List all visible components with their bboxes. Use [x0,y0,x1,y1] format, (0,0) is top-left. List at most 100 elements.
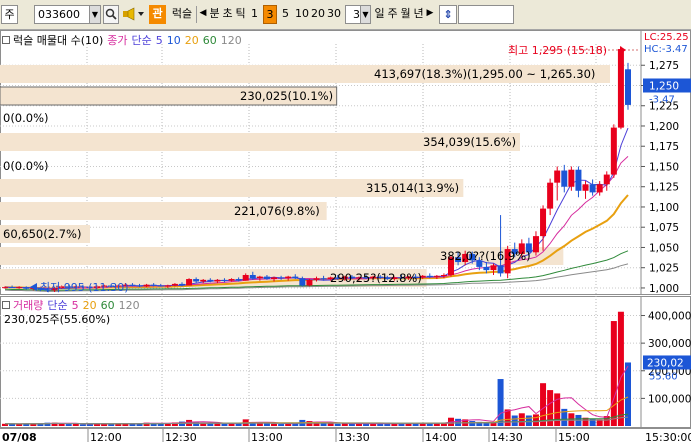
market-select[interactable]: 주 [1,5,18,24]
code-dropdown-button[interactable]: ▼ [89,5,101,24]
candle-body-25 [178,283,185,286]
minute-button[interactable]: 분 [208,5,221,24]
legend-simple: 단순 [131,34,152,47]
interval-count-dropdown[interactable]: ▼ [360,5,371,24]
nav-right-button[interactable]: ▶ [425,5,435,24]
time-label-1: 12:00 [90,431,122,442]
candle-body-84 [596,184,603,193]
interval-5-button[interactable]: 5 [280,5,291,24]
current-price-label: 1,250 [649,80,679,92]
volume-bar-38 [271,423,278,426]
candle-body-70 [497,265,504,274]
current-volume-pct: 55.60 [649,371,678,382]
volume-bar-39 [278,424,285,426]
legend-close: 종가 [107,34,128,47]
price-tick-label-10: 1,025 [649,263,679,275]
price-chart-panel[interactable]: 최고 1,295 (15:18) 최저 995 (11:30) 413,697(18… [0,30,691,295]
volume-bar-74 [525,415,532,426]
interval-20-button[interactable]: 20 [310,5,326,24]
managed-stock-badge: 관 [149,5,166,24]
candle-body-80 [568,169,575,187]
candle-body-87 [617,49,624,128]
candle-body-60 [426,275,433,277]
volume-bar-88 [625,362,631,426]
volume-profile-label-8: 382,0??(16.9%) [440,249,531,263]
candle-body-33 [235,279,242,281]
candle-body-0 [2,287,8,289]
candle-body-61 [433,275,440,277]
candle-body-23 [164,285,171,287]
volume-bar-36 [256,423,263,426]
candle-body-41 [292,276,299,279]
high-annotation: 최고 1,295 (15:18) [508,44,607,57]
candle-body-3 [23,287,30,289]
price-tick-label-6: 1,125 [649,182,679,194]
second-button[interactable]: 초 [221,5,234,24]
legend-check-icon[interactable] [2,301,10,309]
volume-profile-label-2: 0(0.0%) [3,111,49,125]
price-tick-label-0: 1,275 [649,60,679,72]
volume-profile-label-1: 230,025(10.1%) [240,89,333,103]
time-label-3: 13:00 [251,431,283,442]
volume-chart-panel[interactable]: 400,000 300,000 200,000 100,000 230,02 55.60 … [0,296,691,428]
candle-body-78 [554,170,561,183]
volume-tick-label-1: 300,000 [648,338,691,350]
interval-30-button[interactable]: 30 [326,5,342,24]
time-label-2: 12:30 [165,431,197,442]
candle-body-79 [561,170,568,187]
volume-bar-47 [334,423,341,426]
code-input[interactable]: 033600 [34,5,90,24]
candle-body-76 [540,208,547,237]
volume-legend-ma120: 120 [118,299,140,312]
day-button[interactable]: 일 [373,5,386,24]
candle-body-36 [256,276,263,279]
speaker-icon[interactable] [121,5,147,24]
interval-10-button[interactable]: 10 [294,5,310,24]
candle-body-86 [610,127,617,175]
volume-bar-2 [16,424,23,426]
updown-arrow-icon[interactable]: ⇕ [439,5,457,24]
legend-ma5: 5 [155,34,163,47]
price-tick-label-9: 1,050 [649,242,679,254]
price-chart[interactable]: 최고 1,295 (15:18) 최저 995 (11:30) 413,697(18… [0,30,691,295]
time-label-5: 14:00 [425,431,457,442]
interval-3-button[interactable]: 3 [263,5,277,24]
volume-profile-label-6: 221,076(9.8%) [234,204,320,218]
month-button[interactable]: 월 [399,5,412,24]
volume-bar-87 [617,311,624,426]
candle-body-28 [200,279,207,282]
legend-check-icon[interactable] [2,36,10,44]
candle-body-27 [193,279,200,282]
candle-body-75 [532,236,539,253]
date-input[interactable] [458,5,514,24]
volume-profile-label-3: 354,039(15.6%) [423,135,516,149]
volume-bar-49 [348,423,355,426]
current-change-label: -3.47 [649,94,675,105]
candle-body-29 [207,279,214,282]
time-label-0: 07/08 [2,431,37,442]
interval-1-button[interactable]: 1 [249,5,260,24]
candle-body-21 [150,284,157,286]
volume-bar-52 [370,423,377,426]
candle-body-83 [589,184,596,193]
candle-body-42 [299,278,306,286]
candle-body-30 [214,279,221,282]
candle-body-81 [575,169,582,191]
year-button[interactable]: 년 [412,5,425,24]
price-tick-label-3: 1,200 [649,121,679,133]
week-button[interactable]: 주 [386,5,399,24]
volume-current: 230,025주(55.60%) [4,313,111,326]
search-icon[interactable] [103,5,119,24]
candle-body-88 [625,69,631,105]
time-axis: 07/08 12:00 12:30 13:00 13:30 14:00 14:30 15:00… [0,428,691,442]
volume-bar-10 [72,423,79,426]
candle-body-40 [285,276,292,279]
tick-button[interactable]: 틱 [234,5,247,24]
candle-body-24 [171,283,178,286]
candle-body-2 [16,287,23,289]
candle-body-82 [582,184,589,191]
volume-bar-76 [540,383,547,426]
volume-profile-label-7: 60,650(2.7%) [3,227,81,241]
volume-profile-label-4: 0(0.0%) [3,159,49,173]
nav-left-button[interactable]: ◀ [198,5,208,24]
